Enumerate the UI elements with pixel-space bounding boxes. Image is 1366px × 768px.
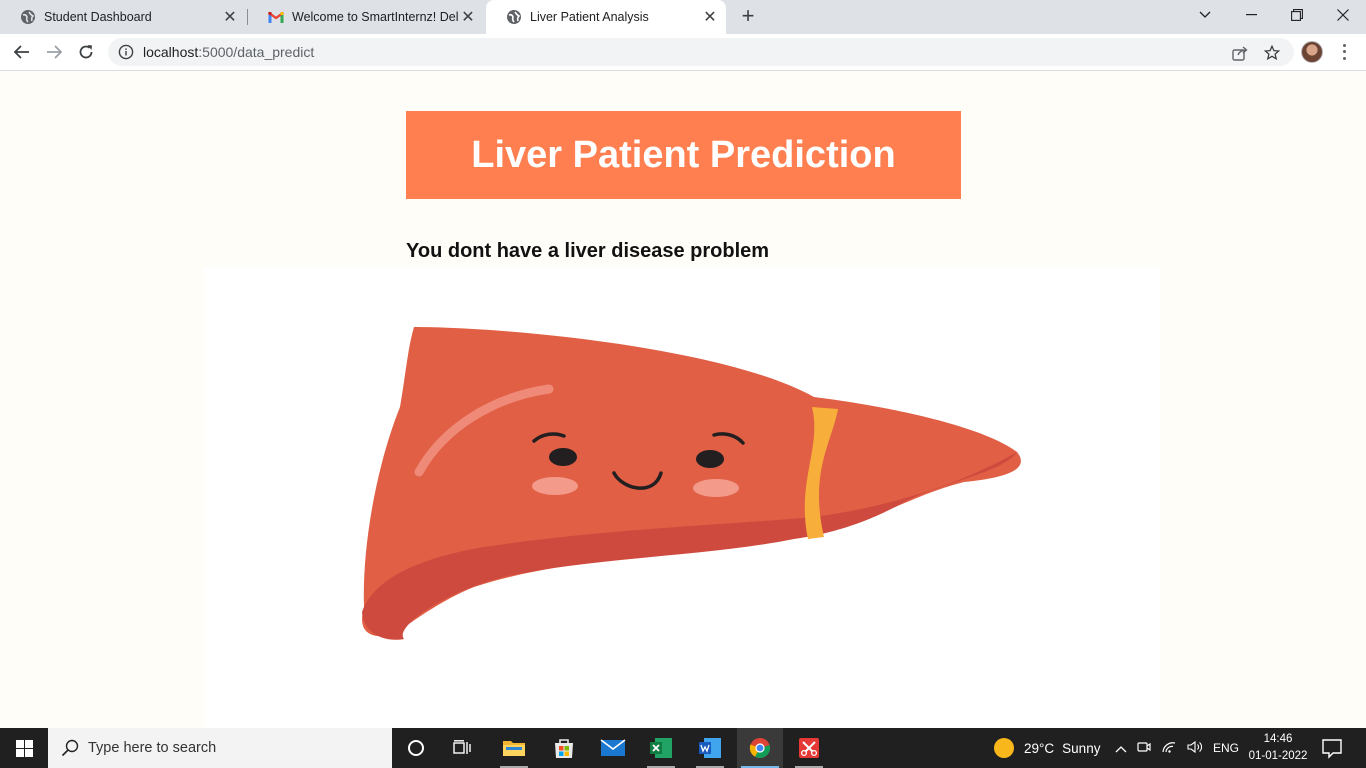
liver-body bbox=[362, 327, 1021, 639]
chevron-up-icon[interactable] bbox=[1115, 741, 1127, 756]
close-window-icon[interactable] bbox=[1320, 0, 1366, 30]
snipping-tool-icon[interactable] bbox=[786, 728, 832, 768]
word-icon[interactable] bbox=[687, 728, 733, 768]
taskbar-search-box[interactable]: Type here to search bbox=[48, 728, 392, 768]
cortana-icon[interactable] bbox=[393, 728, 439, 768]
right-eye bbox=[696, 450, 724, 468]
forward-arrow-icon[interactable] bbox=[40, 38, 68, 66]
menu-kebab-icon[interactable] bbox=[1336, 42, 1352, 62]
excel-icon[interactable] bbox=[638, 728, 684, 768]
tab-title: Welcome to SmartInternz! Deligh bbox=[292, 10, 458, 24]
close-tab-icon[interactable]: ✕ bbox=[458, 7, 478, 27]
page-header: Liver Patient Prediction bbox=[406, 111, 961, 199]
taskbar-clock[interactable]: 14:46 01-01-2022 bbox=[1244, 731, 1312, 765]
share-icon[interactable] bbox=[1230, 44, 1250, 62]
notification-center-icon[interactable] bbox=[1320, 737, 1344, 759]
clock-time: 14:46 bbox=[1263, 733, 1293, 745]
globe-icon bbox=[20, 9, 36, 25]
weather-desc: Sunny bbox=[1062, 740, 1101, 756]
liver-illustration bbox=[362, 327, 1021, 640]
address-bar[interactable]: localhost:5000/data_predict bbox=[108, 38, 1294, 66]
wifi-icon[interactable] bbox=[1161, 740, 1177, 757]
tab-liver-patient-analysis[interactable]: Liver Patient Analysis ✕ bbox=[486, 0, 726, 34]
close-tab-icon[interactable]: ✕ bbox=[700, 7, 720, 27]
tab-title: Student Dashboard bbox=[44, 10, 152, 24]
search-placeholder: Type here to search bbox=[88, 740, 217, 756]
tab-strip: Student Dashboard ✕ Welcome to SmartInte… bbox=[0, 0, 1366, 34]
right-cheek bbox=[693, 479, 739, 497]
file-explorer-icon[interactable] bbox=[491, 728, 537, 768]
clock-date: 01-01-2022 bbox=[1248, 750, 1308, 762]
back-arrow-icon[interactable] bbox=[8, 38, 36, 66]
meet-now-icon[interactable] bbox=[1137, 740, 1151, 757]
tab-student-dashboard[interactable]: Student Dashboard ✕ bbox=[0, 0, 246, 34]
tab-smartinternz[interactable]: Welcome to SmartInternz! Deligh ✕ bbox=[248, 0, 484, 34]
url-host: localhost bbox=[143, 44, 199, 60]
language-indicator[interactable]: ENG bbox=[1213, 741, 1239, 755]
prediction-result: You dont have a liver disease problem bbox=[406, 240, 770, 262]
browser-toolbar: localhost:5000/data_predict bbox=[0, 34, 1366, 71]
new-tab-icon[interactable]: + bbox=[736, 5, 760, 29]
microsoft-store-icon[interactable] bbox=[541, 728, 587, 768]
reload-icon[interactable] bbox=[72, 38, 100, 66]
restore-icon[interactable] bbox=[1274, 0, 1320, 30]
weather-widget[interactable]: 29°C Sunny bbox=[994, 728, 1100, 768]
volume-icon[interactable] bbox=[1187, 740, 1203, 757]
left-cheek bbox=[532, 477, 578, 495]
windows-start-icon[interactable] bbox=[0, 728, 48, 768]
system-tray: ENG bbox=[1115, 728, 1239, 768]
tab-title: Liver Patient Analysis bbox=[530, 10, 649, 24]
left-eye bbox=[549, 448, 577, 466]
bookmark-star-icon[interactable] bbox=[1262, 44, 1282, 62]
page-title: Liver Patient Prediction bbox=[471, 133, 896, 176]
result-image-panel bbox=[204, 267, 1160, 728]
windows-taskbar: Type here to search 29°C Sunny ENG 14:46… bbox=[0, 728, 1366, 768]
url-path: :5000/data_predict bbox=[198, 44, 315, 60]
sun-icon bbox=[994, 738, 1014, 758]
close-tab-icon[interactable]: ✕ bbox=[220, 7, 240, 27]
globe-icon bbox=[506, 9, 522, 25]
search-icon bbox=[60, 738, 80, 758]
site-info-icon[interactable] bbox=[118, 44, 134, 60]
minimize-icon[interactable] bbox=[1228, 0, 1274, 30]
chrome-icon[interactable] bbox=[737, 728, 783, 768]
mail-icon[interactable] bbox=[590, 728, 636, 768]
page-content: Liver Patient Prediction You dont have a… bbox=[0, 71, 1366, 728]
tab-search-chevron-icon[interactable] bbox=[1182, 0, 1228, 30]
gmail-icon bbox=[268, 9, 284, 25]
profile-avatar[interactable] bbox=[1301, 41, 1323, 63]
task-view-icon[interactable] bbox=[440, 728, 486, 768]
url-text: localhost:5000/data_predict bbox=[143, 44, 314, 60]
weather-temp: 29°C bbox=[1024, 740, 1055, 756]
